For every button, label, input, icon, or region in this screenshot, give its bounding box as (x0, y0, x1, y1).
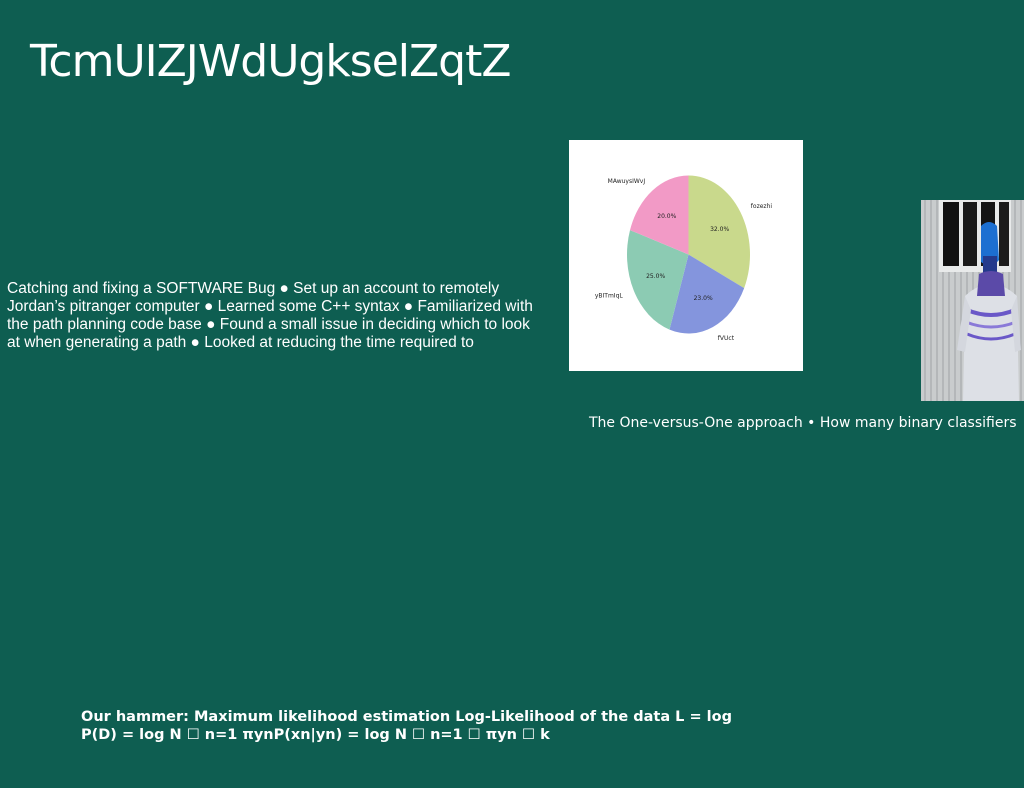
pie-chart: 32.0% fozezhi 23.0% fVUct 25.0% yBITmIqL 20.0%… (595, 175, 773, 342)
bullet-text-block: Catching and fixing a SOFTWARE Bug ● Set… (7, 280, 533, 351)
pie-category-label-fozezhi: fozezhi (751, 203, 773, 210)
pie-pct-label-fVUct: 23.0% (694, 295, 713, 302)
approach-caption: The One-versus-One approach • How many b… (589, 415, 1017, 431)
pie-pct-label-yBITmIqL: 25.0% (646, 273, 665, 280)
likelihood-formula: Our hammer: Maximum likelihood estimatio… (81, 709, 732, 743)
pie-pct-label-fozezhi: 32.0% (710, 226, 729, 233)
pie-chart-card: 32.0% fozezhi 23.0% fVUct 25.0% yBITmIqL 20.0%… (569, 140, 803, 371)
pie-category-label-yBITmIqL: yBITmIqL (595, 293, 624, 300)
pie-pct-label-MAwuysIWvJ: 20.0% (657, 213, 676, 220)
pie-category-label-fVUct: fVUct (718, 335, 735, 342)
person-photo-icon (921, 200, 1024, 401)
slide-title: TcmUIZJWdUgkselZqtZ (30, 36, 511, 87)
person-photo (921, 200, 1024, 401)
pie-category-label-MAwuysIWvJ: MAwuysIWvJ (608, 178, 646, 185)
